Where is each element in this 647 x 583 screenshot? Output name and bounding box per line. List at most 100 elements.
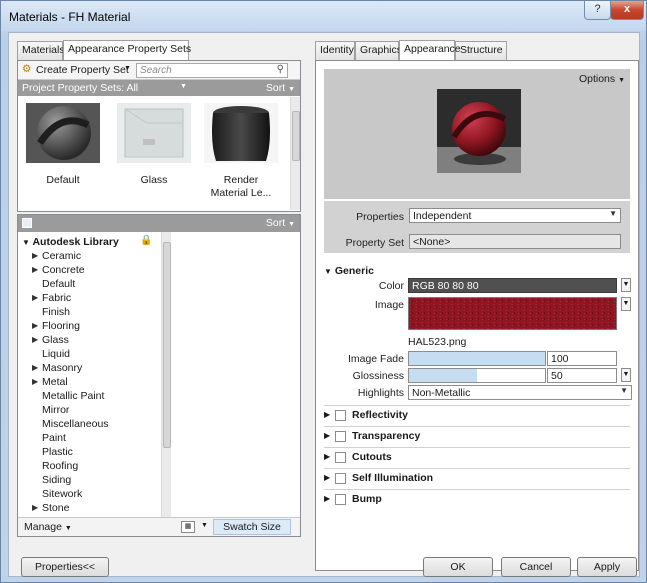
apply-button[interactable]: Apply (577, 557, 637, 577)
expand-arrow-icon[interactable]: ▶ (324, 494, 330, 503)
section-checkbox[interactable] (335, 494, 346, 505)
project-property-sets-header[interactable]: Project Property Sets: All ▼ Sort ▼ (18, 80, 300, 96)
expand-arrow-icon[interactable]: ▶ (324, 452, 330, 461)
tree-item-label: Metal (42, 376, 68, 388)
highlights-dropdown[interactable]: Non-Metallic ▼ (408, 385, 632, 400)
cancel-button[interactable]: Cancel (501, 557, 571, 577)
material-preview-image[interactable] (437, 89, 521, 173)
tree-item[interactable]: Metallic Paint (18, 390, 166, 404)
sort-button[interactable]: Sort ▼ (266, 82, 295, 94)
library-sort-button[interactable]: Sort ▼ (266, 217, 295, 229)
expand-arrow-icon[interactable]: ▶ (32, 503, 38, 512)
expand-arrow-icon[interactable]: ▶ (32, 293, 38, 302)
image-fade-slider[interactable] (408, 351, 546, 366)
title-bar[interactable]: Materials - FH Material ? x (1, 1, 646, 31)
expand-arrow-icon[interactable]: ▶ (324, 473, 330, 482)
tree-item-label: Ceramic (42, 250, 82, 262)
tree-item[interactable]: ▶ Flooring (18, 320, 166, 334)
section-title: Cutouts (352, 451, 392, 463)
options-button[interactable]: Options ▼ (579, 73, 625, 85)
tree-item[interactable]: Siding (18, 474, 166, 488)
tab-structure[interactable]: Structure (455, 41, 507, 60)
expand-arrow-icon[interactable]: ▶ (32, 335, 38, 344)
section-cutouts[interactable]: ▶ Cutouts (324, 451, 624, 465)
section-checkbox[interactable] (335, 431, 346, 442)
draped-cloth-image (204, 103, 278, 163)
thumbnail-glass[interactable]: Glass (117, 103, 191, 199)
tree-item[interactable]: Roofing (18, 460, 166, 474)
tree-item[interactable]: Paint (18, 432, 166, 446)
tree-item[interactable]: Default (18, 278, 166, 292)
tree-item[interactable]: ▶ Glass (18, 334, 166, 348)
view-toggle-icon[interactable]: ▦ (181, 521, 195, 533)
tree-item[interactable]: Sitework (18, 488, 166, 502)
tree-item[interactable]: ▶ Stone (18, 502, 166, 516)
chevron-down-icon[interactable]: ▼ (124, 65, 131, 72)
glossiness-value[interactable]: 50 (547, 368, 617, 383)
image-fade-value[interactable]: 100 (547, 351, 617, 366)
expand-arrow-icon[interactable]: ▶ (32, 363, 38, 372)
chevron-down-icon[interactable]: ▼ (201, 522, 208, 529)
section-reflectivity[interactable]: ▶ Reflectivity (324, 409, 624, 423)
properties-label: Properties (356, 211, 404, 223)
section-transparency[interactable]: ▶ Transparency (324, 430, 624, 444)
ok-button[interactable]: OK (423, 557, 493, 577)
glossiness-fill (409, 369, 477, 382)
tree-item[interactable]: ▶ Ceramic (18, 250, 166, 264)
tree-item[interactable]: ▶ Concrete (18, 264, 166, 278)
library-panel-icon[interactable] (22, 218, 32, 228)
library-tree-scrollbar[interactable] (161, 232, 171, 517)
tree-item[interactable]: Plastic (18, 446, 166, 460)
section-divider (324, 426, 630, 427)
section-checkbox[interactable] (335, 410, 346, 421)
tab-appearance-property-sets[interactable]: Appearance Property Sets (63, 40, 191, 60)
tab-graphics[interactable]: Graphics (355, 41, 402, 60)
properties-dropdown[interactable]: Independent ▼ (409, 208, 621, 223)
thumbnail-label: Render Material Le... (210, 174, 272, 199)
tree-item[interactable]: Mirror (18, 404, 166, 418)
texture-image[interactable] (408, 297, 617, 330)
glossiness-options-button[interactable]: ▼ (621, 368, 631, 382)
expand-arrow-icon[interactable]: ▶ (32, 377, 38, 386)
image-options-button[interactable]: ▼ (621, 297, 631, 311)
section-bump[interactable]: ▶ Bump (324, 493, 624, 507)
expand-arrow-icon[interactable]: ▶ (324, 410, 330, 419)
expand-arrow-icon[interactable]: ▶ (32, 265, 38, 274)
tree-item[interactable]: Finish (18, 306, 166, 320)
properties-toggle-button[interactable]: Properties<< (21, 557, 109, 577)
tree-item[interactable]: ▶ Metal (18, 376, 166, 390)
expand-arrow-icon[interactable]: ▶ (324, 431, 330, 440)
create-property-set-button[interactable]: Create Property Set (36, 64, 129, 76)
thumbnail-default[interactable]: Default (26, 103, 100, 199)
help-button[interactable]: ? (584, 1, 611, 20)
section-checkbox[interactable] (335, 452, 346, 463)
image-filename[interactable]: HAL523.png (408, 336, 466, 348)
glossiness-slider[interactable] (408, 368, 546, 383)
color-field[interactable]: RGB 80 80 80 (408, 278, 617, 293)
scrollbar-thumb[interactable] (163, 242, 171, 448)
thumbnail-render-material[interactable]: Render Material Le... (204, 103, 278, 199)
tab-identity[interactable]: Identity (315, 41, 355, 60)
color-options-button[interactable]: ▼ (621, 278, 631, 292)
section-self-illumination[interactable]: ▶ Self Illumination (324, 472, 624, 486)
glass-cube-image (117, 103, 191, 163)
search-input[interactable]: Search ⚲ (136, 63, 288, 78)
chevron-down-icon[interactable]: ▼ (180, 83, 187, 90)
expand-arrow-icon[interactable]: ▶ (32, 321, 38, 330)
thumbnail-scrollbar[interactable] (290, 97, 300, 210)
scrollbar-thumb[interactable] (292, 111, 300, 161)
tree-item[interactable]: Liquid (18, 348, 166, 362)
dialog-client-area: Materials Appearance Property Sets ⚙ Cre… (8, 32, 640, 577)
manage-button[interactable]: Manage ▼ (24, 521, 72, 533)
tree-item[interactable]: ▶ Masonry (18, 362, 166, 376)
tree-item[interactable]: Miscellaneous (18, 418, 166, 432)
library-root[interactable]: ▼ Autodesk Library (22, 236, 119, 248)
tree-item[interactable]: ▶ Fabric (18, 292, 166, 306)
tab-appearance[interactable]: Appearance (399, 40, 461, 60)
section-checkbox[interactable] (335, 473, 346, 484)
swatch-size-button[interactable]: Swatch Size (213, 519, 291, 535)
close-button[interactable]: x (610, 1, 644, 20)
expand-arrow-icon[interactable]: ▶ (32, 251, 38, 260)
generic-section-header[interactable]: ▼ Generic (324, 265, 374, 277)
tab-materials[interactable]: Materials (17, 41, 65, 60)
